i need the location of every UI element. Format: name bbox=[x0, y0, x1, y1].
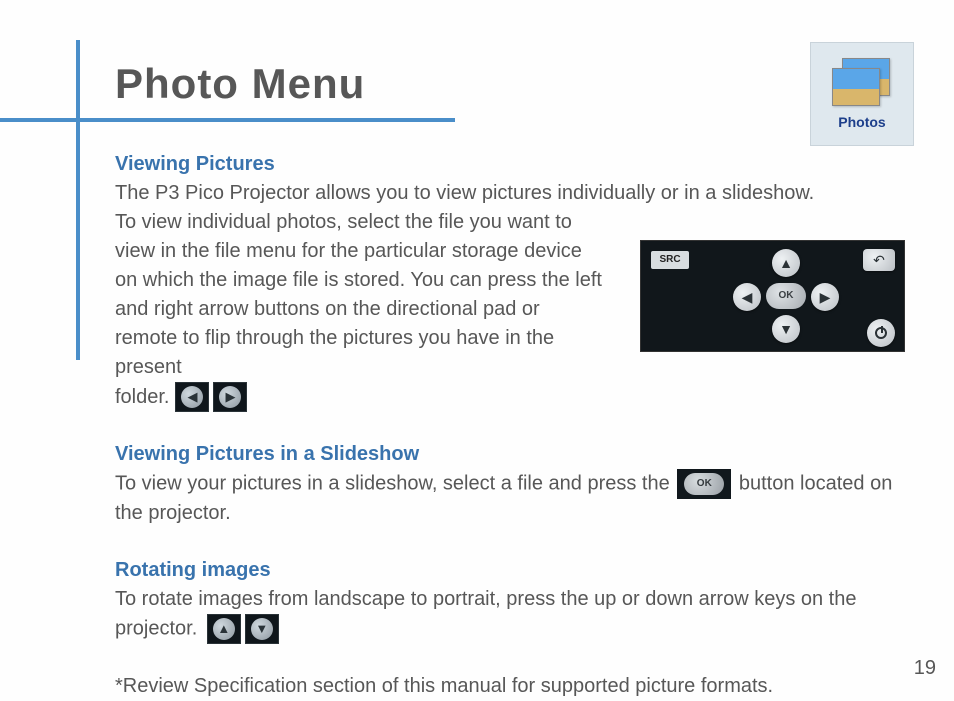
ok-button: OK bbox=[766, 283, 806, 309]
viewing-body: To view individual photos, select the fi… bbox=[115, 208, 605, 382]
up-arrow-icon: ▲ bbox=[207, 614, 241, 644]
viewing-tail: folder. bbox=[115, 383, 169, 412]
right-arrow-icon: ▶ bbox=[213, 382, 247, 412]
power-icon bbox=[867, 319, 895, 347]
left-right-buttons-image: ◀ ▶ bbox=[175, 382, 247, 412]
horizontal-rule bbox=[0, 118, 455, 122]
ok-pill-label: OK bbox=[684, 473, 724, 495]
down-arrow-icon: ▼ bbox=[772, 315, 800, 343]
heading-rotating: Rotating images bbox=[115, 556, 905, 585]
left-arrow-icon: ◀ bbox=[733, 283, 761, 311]
up-arrow-icon: ▲ bbox=[772, 249, 800, 277]
photos-badge-label: Photos bbox=[838, 114, 885, 130]
dpad-panel-image: SRC ▲ ▼ ◀ ▶ OK ↶ bbox=[640, 240, 905, 352]
rotating-body: To rotate images from landscape to portr… bbox=[115, 585, 905, 644]
src-button: SRC bbox=[651, 251, 689, 269]
back-icon: ↶ bbox=[863, 249, 895, 271]
up-down-buttons-image: ▲ ▼ bbox=[207, 614, 279, 644]
right-arrow-icon: ▶ bbox=[811, 283, 839, 311]
slideshow-pre: To view your pictures in a slideshow, se… bbox=[115, 472, 670, 494]
viewing-body-wrap: To view individual photos, select the fi… bbox=[115, 208, 905, 412]
photos-icon bbox=[832, 58, 892, 108]
down-arrow-icon: ▼ bbox=[245, 614, 279, 644]
photos-badge: Photos bbox=[810, 42, 914, 146]
vertical-rule bbox=[76, 40, 80, 360]
content-area: Viewing Pictures The P3 Pico Projector a… bbox=[115, 150, 905, 701]
heading-slideshow: Viewing Pictures in a Slideshow bbox=[115, 440, 905, 469]
page-title: Photo Menu bbox=[115, 60, 365, 108]
ok-button-image: OK bbox=[677, 469, 731, 499]
slideshow-body: To view your pictures in a slideshow, se… bbox=[115, 469, 905, 528]
left-arrow-icon: ◀ bbox=[175, 382, 209, 412]
page-number: 19 bbox=[914, 657, 936, 680]
heading-viewing-pictures: Viewing Pictures bbox=[115, 150, 905, 179]
viewing-intro: The P3 Pico Projector allows you to view… bbox=[115, 179, 905, 208]
footnote: *Review Specification section of this ma… bbox=[115, 672, 905, 701]
